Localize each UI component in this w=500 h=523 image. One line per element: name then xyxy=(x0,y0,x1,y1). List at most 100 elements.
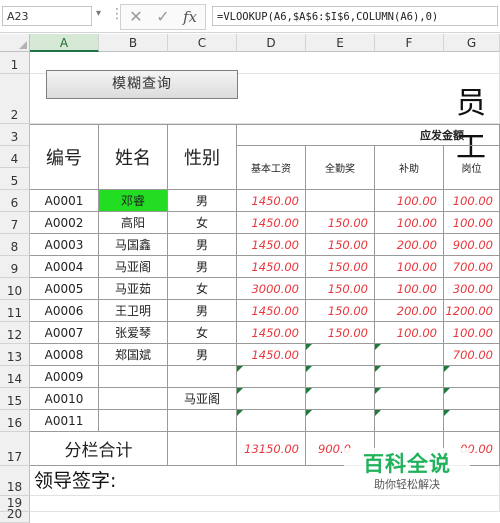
gender-cell[interactable]: 男 xyxy=(168,234,237,256)
column-header-a[interactable]: A xyxy=(30,34,99,52)
gender-cell[interactable]: 男 xyxy=(168,190,237,212)
name-cell[interactable]: 马亚茹 xyxy=(99,278,168,300)
id-cell[interactable]: A0008 xyxy=(30,344,99,366)
row-header-4[interactable]: 4 xyxy=(0,146,30,168)
base-salary-cell[interactable]: 1450.00 xyxy=(237,212,306,234)
id-cell[interactable]: A0010 xyxy=(30,388,99,410)
totals-gender[interactable] xyxy=(168,432,237,466)
row-header-18[interactable]: 18 xyxy=(0,466,30,496)
id-cell[interactable]: A0006 xyxy=(30,300,99,322)
id-cell[interactable]: A0009 xyxy=(30,366,99,388)
gender-cell[interactable]: 男 xyxy=(168,300,237,322)
name-cell[interactable] xyxy=(99,388,168,410)
name-cell[interactable]: 邓睿 xyxy=(99,190,168,212)
base-salary-cell[interactable]: 1450.00 xyxy=(237,190,306,212)
id-cell[interactable]: A0001 xyxy=(30,190,99,212)
attendance-cell[interactable] xyxy=(306,190,375,212)
subsidy-cell[interactable]: 100.00 xyxy=(375,322,444,344)
attendance-cell[interactable]: 150.00 xyxy=(306,278,375,300)
position-cell[interactable]: 700.00 xyxy=(444,256,500,278)
row-header-13[interactable]: 13 xyxy=(0,344,30,366)
subsidy-cell[interactable]: 100.00 xyxy=(375,256,444,278)
gender-cell[interactable]: 男 xyxy=(168,256,237,278)
attendance-cell[interactable] xyxy=(306,366,375,388)
position-cell[interactable]: 100.00 xyxy=(444,322,500,344)
name-cell[interactable] xyxy=(99,410,168,432)
attendance-cell[interactable]: 150.00 xyxy=(306,300,375,322)
name-cell[interactable]: 郑国斌 xyxy=(99,344,168,366)
attendance-cell[interactable] xyxy=(306,344,375,366)
id-cell[interactable]: A0002 xyxy=(30,212,99,234)
row-header-14[interactable]: 14 xyxy=(0,366,30,388)
subsidy-cell[interactable]: 100.00 xyxy=(375,212,444,234)
position-cell[interactable] xyxy=(444,366,500,388)
name-cell[interactable] xyxy=(99,366,168,388)
totals-base[interactable]: 13150.00 xyxy=(237,432,306,466)
name-box[interactable]: A23 xyxy=(2,6,92,26)
gender-cell[interactable]: 马亚阁 xyxy=(168,388,237,410)
base-salary-cell[interactable]: 1450.00 xyxy=(237,256,306,278)
column-header-g[interactable]: G xyxy=(444,34,500,52)
column-header-b[interactable]: B xyxy=(99,34,168,52)
name-box-dropdown-icon[interactable]: ▾ xyxy=(96,8,101,19)
gender-cell[interactable]: 女 xyxy=(168,278,237,300)
subsidy-cell[interactable] xyxy=(375,410,444,432)
row-header-8[interactable]: 8 xyxy=(0,234,30,256)
position-cell[interactable]: 100.00 xyxy=(444,190,500,212)
position-cell[interactable]: 1200.00 xyxy=(444,300,500,322)
base-salary-cell[interactable] xyxy=(237,366,306,388)
name-cell[interactable]: 高阳 xyxy=(99,212,168,234)
enter-icon[interactable]: ✓ xyxy=(150,5,176,29)
row-header-3[interactable]: 3 xyxy=(0,124,30,146)
insert-function-icon[interactable]: fx xyxy=(177,5,203,29)
attendance-cell[interactable] xyxy=(306,410,375,432)
id-cell[interactable]: A0005 xyxy=(30,278,99,300)
name-cell[interactable]: 王卫明 xyxy=(99,300,168,322)
row-header-6[interactable]: 6 xyxy=(0,190,30,212)
name-cell[interactable]: 马国鑫 xyxy=(99,234,168,256)
row-header-10[interactable]: 10 xyxy=(0,278,30,300)
subsidy-cell[interactable] xyxy=(375,344,444,366)
select-all-corner[interactable] xyxy=(0,34,30,52)
row-header-17[interactable]: 17 xyxy=(0,432,30,466)
gender-cell[interactable]: 女 xyxy=(168,322,237,344)
position-cell[interactable]: 700.00 xyxy=(444,344,500,366)
base-salary-cell[interactable]: 1450.00 xyxy=(237,322,306,344)
column-header-c[interactable]: C xyxy=(168,34,237,52)
subsidy-cell[interactable]: 200.00 xyxy=(375,300,444,322)
id-cell[interactable]: A0011 xyxy=(30,410,99,432)
column-header-e[interactable]: E xyxy=(306,34,375,52)
fuzzy-search-button[interactable]: 模糊查询 xyxy=(46,70,238,99)
column-header-f[interactable]: F xyxy=(375,34,444,52)
attendance-cell[interactable]: 150.00 xyxy=(306,322,375,344)
subsidy-cell[interactable]: 200.00 xyxy=(375,234,444,256)
gender-cell[interactable] xyxy=(168,366,237,388)
row-header-16[interactable]: 16 xyxy=(0,410,30,432)
row-header-7[interactable]: 7 xyxy=(0,212,30,234)
position-cell[interactable]: 900.00 xyxy=(444,234,500,256)
attendance-cell[interactable]: 150.00 xyxy=(306,256,375,278)
id-cell[interactable]: A0007 xyxy=(30,322,99,344)
row-header-1[interactable]: 1 xyxy=(0,52,30,74)
gender-cell[interactable]: 男 xyxy=(168,344,237,366)
row-header-15[interactable]: 15 xyxy=(0,388,30,410)
row-header-2[interactable]: 2 xyxy=(0,74,30,124)
row-header-9[interactable]: 9 xyxy=(0,256,30,278)
row-header-12[interactable]: 12 xyxy=(0,322,30,344)
base-salary-cell[interactable]: 3000.00 xyxy=(237,278,306,300)
gender-cell[interactable]: 女 xyxy=(168,212,237,234)
subsidy-cell[interactable] xyxy=(375,366,444,388)
formula-input[interactable]: =VLOOKUP(A6,$A$6:$I$6,COLUMN(A6),0) xyxy=(212,6,498,26)
base-salary-cell[interactable] xyxy=(237,388,306,410)
name-cell[interactable]: 马亚阁 xyxy=(99,256,168,278)
row-header-5[interactable]: 5 xyxy=(0,168,30,190)
subsidy-cell[interactable]: 100.00 xyxy=(375,190,444,212)
base-salary-cell[interactable]: 1450.00 xyxy=(237,344,306,366)
position-cell[interactable] xyxy=(444,410,500,432)
id-cell[interactable]: A0004 xyxy=(30,256,99,278)
position-cell[interactable]: 300.00 xyxy=(444,278,500,300)
subsidy-cell[interactable] xyxy=(375,388,444,410)
attendance-cell[interactable] xyxy=(306,388,375,410)
id-cell[interactable]: A0003 xyxy=(30,234,99,256)
base-salary-cell[interactable]: 1450.00 xyxy=(237,300,306,322)
